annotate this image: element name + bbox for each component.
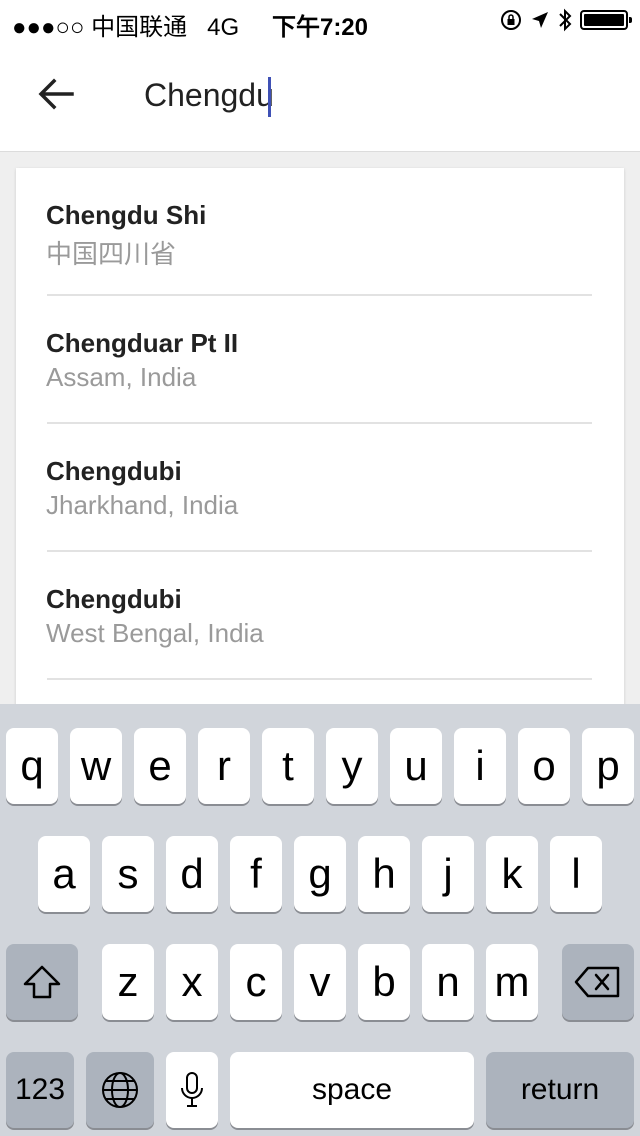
- key-z[interactable]: z: [102, 944, 154, 1020]
- results-list: Chengdu Shi 中国四川省 Chengduar Pt II Assam,…: [16, 168, 624, 728]
- search-header: [0, 40, 640, 152]
- key-x[interactable]: x: [166, 944, 218, 1020]
- location-icon: [532, 12, 548, 28]
- globe-icon: [102, 1072, 138, 1108]
- key-i[interactable]: i: [454, 728, 506, 804]
- key-w[interactable]: w: [70, 728, 122, 804]
- list-item[interactable]: Chengdubi Jharkhand, India: [16, 424, 624, 552]
- arrow-back-icon: [38, 78, 74, 110]
- key-p[interactable]: p: [582, 728, 634, 804]
- key-l[interactable]: l: [550, 836, 602, 912]
- place-name: Chengdu Shi: [46, 200, 207, 230]
- key-j[interactable]: j: [422, 836, 474, 912]
- back-button[interactable]: [26, 64, 86, 124]
- keyboard: q w e r t y u i o p a s d f g h j k l z …: [0, 704, 640, 1136]
- key-o[interactable]: o: [518, 728, 570, 804]
- globe-key[interactable]: [86, 1052, 154, 1128]
- divider: [47, 678, 592, 680]
- key-u[interactable]: u: [390, 728, 442, 804]
- status-icons: [500, 8, 632, 32]
- rotation-lock-icon: [501, 10, 521, 30]
- delete-key[interactable]: [562, 944, 634, 1020]
- search-input[interactable]: [144, 70, 584, 120]
- key-g[interactable]: g: [294, 836, 346, 912]
- dictation-key[interactable]: [166, 1052, 218, 1128]
- space-key[interactable]: space: [230, 1052, 474, 1128]
- key-y[interactable]: y: [326, 728, 378, 804]
- place-region: Assam, India: [46, 362, 197, 392]
- place-name: Chengdubi: [46, 584, 182, 614]
- shift-key[interactable]: [6, 944, 78, 1020]
- shift-icon: [23, 965, 61, 999]
- bluetooth-icon: [559, 8, 572, 32]
- key-c[interactable]: c: [230, 944, 282, 1020]
- place-region: Jharkhand, India: [46, 490, 239, 520]
- return-key[interactable]: return: [486, 1052, 634, 1128]
- key-m[interactable]: m: [486, 944, 538, 1020]
- numbers-key[interactable]: 123: [6, 1052, 74, 1128]
- key-v[interactable]: v: [294, 944, 346, 1020]
- key-e[interactable]: e: [134, 728, 186, 804]
- key-b[interactable]: b: [358, 944, 410, 1020]
- key-q[interactable]: q: [6, 728, 58, 804]
- text-caret: [268, 77, 271, 117]
- microphone-icon: [181, 1072, 203, 1107]
- place-region: West Bengal, India: [46, 618, 264, 648]
- list-item[interactable]: Chengdu Shi 中国四川省: [16, 168, 624, 296]
- status-bar: ●●●○○ 中国联通 4G 下午7:20: [0, 0, 640, 41]
- key-k[interactable]: k: [486, 836, 538, 912]
- key-s[interactable]: s: [102, 836, 154, 912]
- backspace-icon: [574, 966, 620, 998]
- place-name: Chengdubi: [46, 456, 182, 486]
- key-r[interactable]: r: [198, 728, 250, 804]
- key-f[interactable]: f: [230, 836, 282, 912]
- key-h[interactable]: h: [358, 836, 410, 912]
- place-name: Chengduar Pt II: [46, 328, 239, 358]
- list-item[interactable]: Chengduar Pt II Assam, India: [16, 296, 624, 424]
- key-a[interactable]: a: [38, 836, 90, 912]
- key-d[interactable]: d: [166, 836, 218, 912]
- key-t[interactable]: t: [262, 728, 314, 804]
- list-item[interactable]: Chengdubi West Bengal, India: [16, 552, 624, 680]
- place-region: 中国四川省: [46, 239, 177, 269]
- key-n[interactable]: n: [422, 944, 474, 1020]
- battery-icon: [580, 10, 632, 30]
